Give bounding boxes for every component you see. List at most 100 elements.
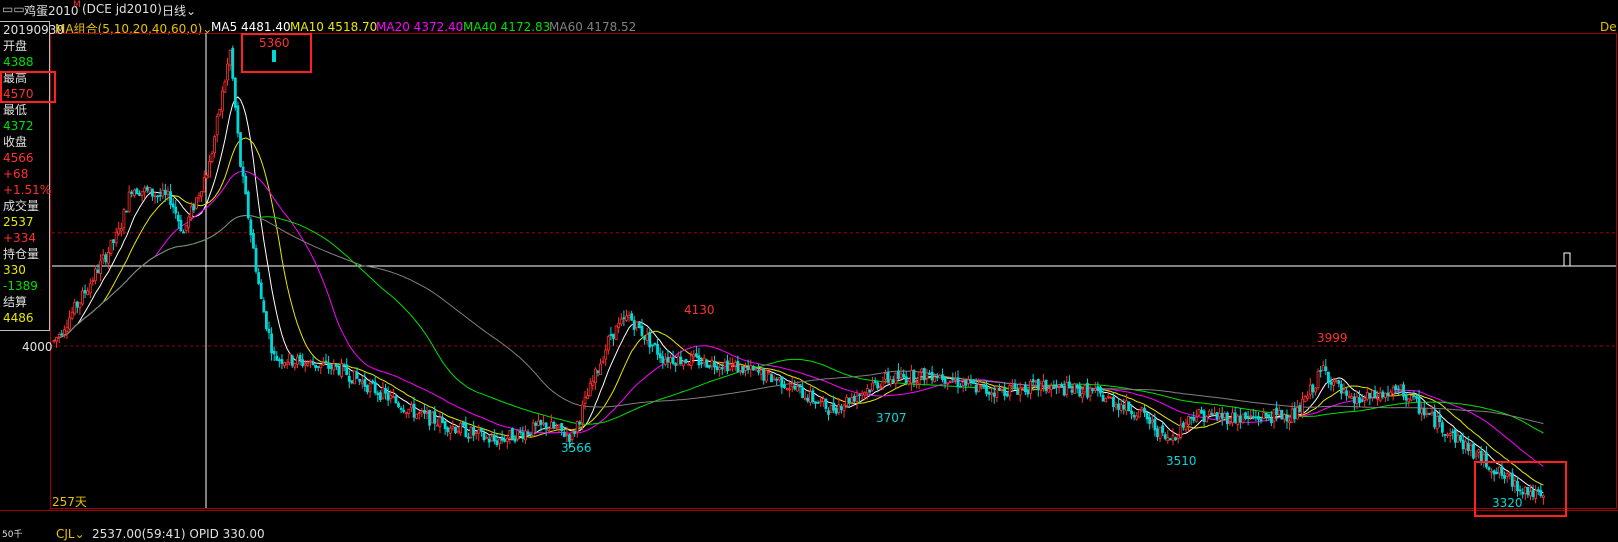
candle-body <box>894 372 898 384</box>
candle-body <box>956 377 960 387</box>
candle-body <box>814 401 817 404</box>
candle-body <box>617 322 621 328</box>
close-label: 收盘 <box>3 135 28 149</box>
candle-body <box>1145 412 1149 420</box>
candle-body <box>974 384 978 393</box>
candle-body <box>1334 379 1338 382</box>
candle-body <box>270 333 273 354</box>
candle-body <box>1215 411 1219 420</box>
candle-body <box>1267 414 1271 419</box>
candle-body <box>741 366 745 374</box>
candle-body <box>909 370 913 384</box>
candle-body <box>1453 429 1457 443</box>
candle-body <box>249 219 253 236</box>
candle-body <box>736 360 740 373</box>
candle-body <box>446 427 450 432</box>
candle-body <box>213 136 216 154</box>
indicator-selector[interactable]: CJL⌄ <box>56 527 85 541</box>
candle-body <box>130 191 134 194</box>
candle-body <box>482 432 486 441</box>
candle-body <box>1158 426 1162 439</box>
candle-body <box>536 420 540 426</box>
candle-body <box>290 355 294 366</box>
candle-body <box>265 311 268 330</box>
candle-body <box>1293 407 1297 420</box>
open-value: 4388 <box>3 55 34 69</box>
candle-body <box>819 400 823 403</box>
candle-body <box>252 232 255 249</box>
candle-body <box>1088 387 1092 397</box>
candle-body <box>671 357 675 364</box>
candle-body <box>1474 453 1478 457</box>
candle-body <box>1156 428 1159 438</box>
candle-body <box>267 328 271 333</box>
candle-body <box>586 395 589 399</box>
candle-body <box>334 364 338 367</box>
candle-body <box>187 216 191 228</box>
candle-body <box>1067 381 1071 389</box>
candle-body <box>1407 398 1411 402</box>
candle-body <box>630 313 634 321</box>
candle-body <box>632 320 636 330</box>
candle-body <box>1251 416 1255 418</box>
candle-body <box>1026 389 1030 395</box>
candle-body <box>158 194 162 197</box>
candle-body <box>917 371 921 385</box>
candle-body <box>241 166 245 177</box>
candle-body <box>151 188 154 197</box>
candle-body <box>342 364 346 367</box>
candle-body <box>777 377 781 381</box>
candle-body <box>972 380 975 385</box>
candle-body <box>539 419 543 425</box>
settle-value: 4486 <box>3 311 34 325</box>
info-panel: 20190930 开盘 4388 最高 4570 最低 4372 收盘 4566… <box>0 21 64 331</box>
candle-body <box>578 421 582 424</box>
candle-body <box>435 424 439 427</box>
candle-body <box>117 228 121 235</box>
candle-body <box>542 422 545 425</box>
candle-body <box>163 189 167 195</box>
candle-body <box>1435 416 1439 430</box>
candle-body <box>886 372 890 383</box>
candle-body <box>666 356 670 363</box>
price-annotations: 5360413039993566370735103320 <box>259 36 1523 510</box>
candle-body <box>1096 386 1100 390</box>
candle-body <box>360 380 364 384</box>
candle-body <box>495 440 499 446</box>
candle-body <box>899 373 903 379</box>
kline-chart[interactable]: 5360413039993566370735103320 <box>0 0 1618 542</box>
candle-body <box>73 301 77 315</box>
candle-body <box>726 360 729 372</box>
candle-body <box>707 365 711 368</box>
candle-body <box>969 379 973 383</box>
candle-body <box>1277 409 1281 416</box>
candle-body <box>275 355 279 361</box>
candle-body <box>731 363 735 366</box>
candle-body <box>309 360 312 363</box>
candle-body <box>467 436 470 439</box>
candle-body <box>423 409 426 414</box>
candle-body <box>122 209 126 229</box>
candle-body <box>1029 380 1032 394</box>
candle-body <box>1285 416 1289 422</box>
candle-body <box>316 366 320 368</box>
candle-body <box>412 403 416 418</box>
candle-body <box>459 422 463 434</box>
candle-body <box>1451 431 1455 434</box>
candle-body <box>479 428 483 432</box>
candle-body <box>871 382 874 391</box>
annotation-mid_high: 4130 <box>684 303 715 317</box>
candle-body <box>1314 387 1317 393</box>
candle-body <box>311 362 315 366</box>
candle-body <box>101 254 105 260</box>
candle-body <box>979 385 983 387</box>
candle-body <box>1137 409 1141 418</box>
candle-body <box>762 369 766 381</box>
candle-body <box>1174 437 1177 441</box>
candle-body <box>751 366 755 371</box>
candle-body <box>1049 385 1053 391</box>
candle-body <box>132 189 136 196</box>
candle-body <box>1135 415 1139 420</box>
candle-body <box>1262 412 1266 419</box>
candle-body <box>272 350 276 355</box>
